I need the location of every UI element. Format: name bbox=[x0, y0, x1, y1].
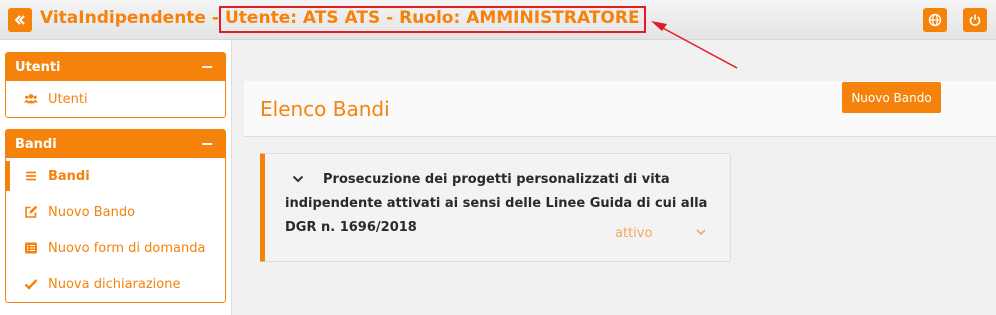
sidebar-item-nuova-dichiarazione[interactable]: Nuova dichiarazione bbox=[6, 266, 225, 302]
panel-title: Utenti bbox=[15, 59, 61, 75]
sidebar-item-label: Nuovo form di domanda bbox=[48, 240, 206, 256]
users-icon bbox=[23, 91, 39, 107]
panel-bandi-header[interactable]: Bandi − bbox=[6, 130, 225, 158]
sidebar: Utenti − Utenti Bandi − Bandi Nuovo Band… bbox=[0, 40, 232, 315]
bando-card[interactable]: Prosecuzione dei progetti personalizzati… bbox=[260, 153, 731, 262]
list-icon bbox=[23, 168, 39, 184]
main-content: Elenco Bandi Nuovo Bando Prosecuzione de… bbox=[244, 81, 996, 315]
sidebar-item-bandi[interactable]: Bandi bbox=[6, 158, 225, 194]
sidebar-item-utenti[interactable]: Utenti bbox=[6, 81, 225, 117]
sidebar-item-label: Nuova dichiarazione bbox=[48, 276, 181, 292]
new-bando-button[interactable]: Nuovo Bando bbox=[842, 82, 941, 113]
collapse-panel-icon[interactable]: − bbox=[201, 57, 214, 76]
panel-title: Bandi bbox=[15, 136, 57, 152]
panel-utenti-header[interactable]: Utenti − bbox=[6, 53, 225, 81]
status-badge: attivo bbox=[615, 226, 653, 241]
sidebar-item-nuovo-bando[interactable]: Nuovo Bando bbox=[6, 194, 225, 230]
edit-icon bbox=[23, 204, 39, 220]
check-icon bbox=[23, 276, 39, 292]
sidebar-item-label: Nuovo Bando bbox=[48, 204, 136, 220]
form-list-icon bbox=[23, 240, 39, 256]
sidebar-item-nuovo-form[interactable]: Nuovo form di domanda bbox=[6, 230, 225, 266]
main-header: Elenco Bandi Nuovo Bando bbox=[244, 81, 996, 137]
panel-utenti: Utenti − Utenti bbox=[5, 52, 226, 118]
sidebar-item-label: Utenti bbox=[48, 91, 88, 107]
panel-bandi: Bandi − Bandi Nuovo Bando Nuovo form di … bbox=[5, 129, 226, 303]
page-title: Elenco Bandi bbox=[260, 97, 390, 121]
collapse-panel-icon[interactable]: − bbox=[201, 134, 214, 153]
bando-title: Prosecuzione dei progetti personalizzati… bbox=[285, 172, 708, 235]
sidebar-item-label: Bandi bbox=[48, 168, 90, 184]
chevron-down-icon[interactable] bbox=[695, 226, 707, 238]
